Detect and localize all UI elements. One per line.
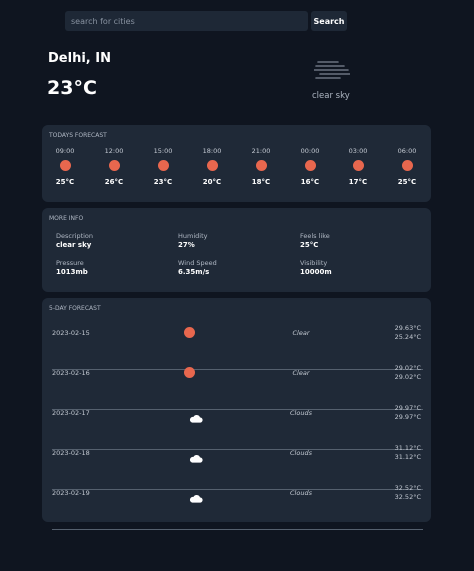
description-value: clear sky [56, 241, 92, 249]
day-high-temp: 29.97°C [394, 404, 421, 412]
hour-temperature: 23°C [153, 178, 173, 186]
hour-temperature: 20°C [202, 178, 222, 186]
mist-icon [314, 61, 350, 79]
day-date: 2023-02-18 [52, 449, 90, 457]
city-name: Delhi, IN [48, 51, 111, 66]
current-condition: clear sky [312, 91, 350, 101]
day-high-temp: 29.02°C [394, 364, 421, 372]
day-low-temp: 31.12°C [394, 453, 421, 461]
hour-time: 15:00 [153, 147, 173, 155]
day-high-temp: 31.12°C [394, 444, 421, 452]
daily-forecast-row: 2023-02-16 Clear 29.02°C 29.02°C [52, 364, 423, 410]
humidity-value: 27% [178, 241, 195, 249]
sun-icon [184, 367, 195, 378]
todays-forecast-card: TODAYS FORECAST 09:00 25°C 12:00 26°C 15:00 2… [42, 125, 431, 202]
sun-icon [304, 160, 316, 171]
sun-icon [401, 160, 413, 171]
daily-forecast-row: 2023-02-18 Clouds 31.12°C 31.12°C [52, 444, 423, 490]
hour-temperature: 26°C [104, 178, 124, 186]
five-day-forecast-card: 5-DAY FORECAST 2023-02-15 Clear 29.63°C 25.… [42, 298, 431, 530]
daily-forecast-row: 2023-02-19 Clouds 32.52°C 32.52°C [52, 484, 423, 530]
hour-temperature: 25°C [55, 178, 75, 186]
day-temperatures: 29.63°C 25.24°C [395, 324, 421, 342]
more-info-title: MORE INFO [49, 215, 84, 222]
wind-speed-value: 6.35m/s [178, 268, 210, 276]
sun-icon [108, 160, 120, 171]
hour-time: 00:00 [300, 147, 320, 155]
day-date: 2023-02-16 [52, 369, 90, 377]
day-low-temp: 29.02°C [394, 373, 421, 381]
hour-time: 09:00 [55, 147, 75, 155]
hour-temperature: 18°C [251, 178, 271, 186]
cloud-icon [189, 488, 203, 503]
day-description: Clouds [290, 409, 312, 417]
hour-time: 12:00 [104, 147, 124, 155]
visibility-value: 10000m [300, 268, 332, 276]
day-date: 2023-02-17 [52, 409, 90, 417]
hour-time: 03:00 [348, 147, 368, 155]
day-temperatures: 32.52°C 32.52°C [395, 484, 421, 502]
hour-temperature: 17°C [348, 178, 368, 186]
day-date: 2023-02-15 [52, 329, 90, 337]
cloud-icon [189, 448, 203, 463]
cloud-icon [189, 408, 203, 423]
current-temperature: 23°C [47, 77, 97, 99]
search-button[interactable]: Search [311, 11, 347, 31]
pressure-label: Pressure [56, 259, 84, 267]
sun-icon [206, 160, 218, 171]
pressure-value: 1013mb [56, 268, 88, 276]
visibility-label: Visibility [300, 259, 328, 267]
day-description: Clouds [290, 449, 312, 457]
day-description: Clouds [290, 489, 312, 497]
hour-temperature: 16°C [300, 178, 320, 186]
daily-forecast-row: 2023-02-17 Clouds 29.97°C 29.97°C [52, 404, 423, 450]
day-temperatures: 29.02°C 29.02°C [395, 364, 421, 382]
day-low-temp: 29.97°C [394, 413, 421, 421]
day-temperatures: 31.12°C 31.12°C [395, 444, 421, 462]
wind-speed-label: Wind Speed [178, 259, 217, 267]
day-low-temp: 32.52°C [394, 493, 421, 501]
sun-icon [352, 160, 364, 171]
hour-time: 06:00 [397, 147, 417, 155]
day-temperatures: 29.97°C 29.97°C [395, 404, 421, 422]
daily-forecast-row: 2023-02-15 Clear 29.63°C 25.24°C [52, 324, 423, 370]
feels-like-value: 25°C [300, 241, 319, 249]
more-info-card: MORE INFO Description clear sky Humidity 27… [42, 208, 431, 292]
hour-time: 21:00 [251, 147, 271, 155]
sun-icon [184, 327, 195, 338]
day-description: Clear [292, 369, 310, 377]
day-description: Clear [292, 329, 310, 337]
sun-icon [157, 160, 169, 171]
search-bar: Search [65, 11, 347, 31]
humidity-label: Humidity [178, 232, 208, 240]
todays-forecast-title: TODAYS FORECAST [49, 132, 107, 139]
day-high-temp: 29.63°C [394, 324, 421, 332]
day-date: 2023-02-19 [52, 489, 90, 497]
day-high-temp: 32.52°C [394, 484, 421, 492]
description-label: Description [56, 232, 94, 240]
day-low-temp: 25.24°C [394, 333, 421, 341]
sun-icon [59, 160, 71, 171]
sun-icon [255, 160, 267, 171]
feels-like-label: Feels like [300, 232, 330, 240]
hour-temperature: 25°C [397, 178, 417, 186]
search-input[interactable] [65, 11, 308, 31]
hour-time: 18:00 [202, 147, 222, 155]
five-day-forecast-title: 5-DAY FORECAST [49, 305, 101, 312]
